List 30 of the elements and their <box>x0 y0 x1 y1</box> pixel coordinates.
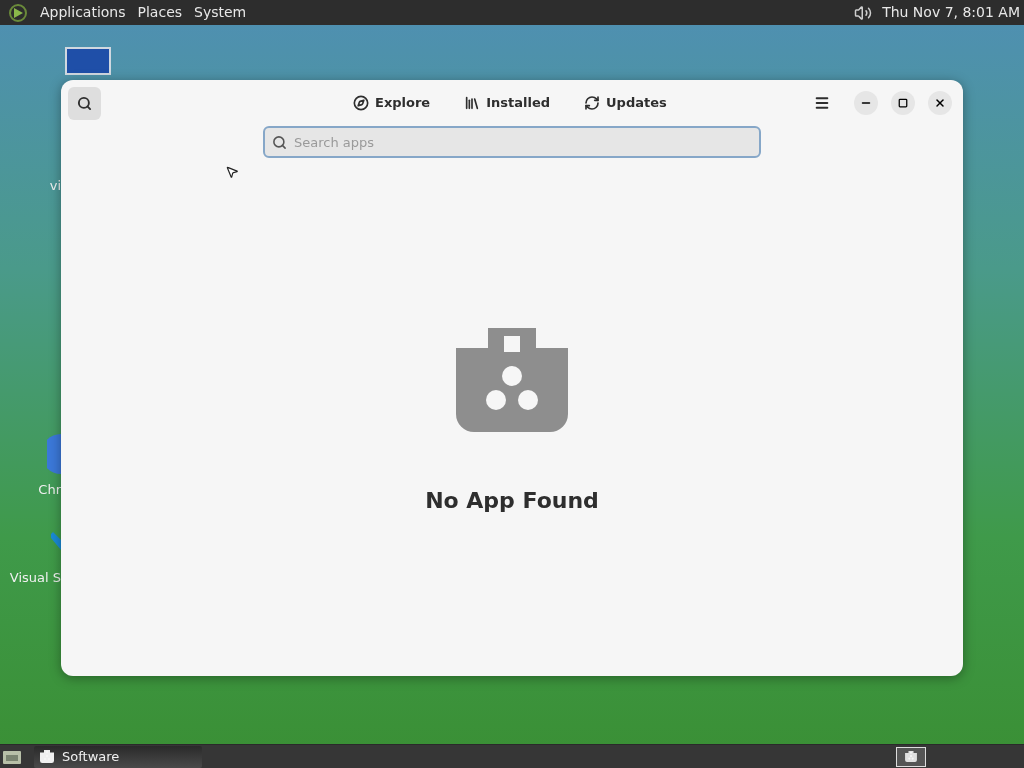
app-menu-logo-icon[interactable] <box>8 2 28 23</box>
maximize-button[interactable] <box>891 91 915 115</box>
view-tab[interactable]: Updates <box>576 87 675 119</box>
bag-icon <box>905 751 917 762</box>
monitor-icon[interactable] <box>64 46 112 78</box>
bag-icon <box>40 750 54 763</box>
empty-state-message: No App Found <box>425 487 599 515</box>
view-tab[interactable]: Installed <box>456 87 559 119</box>
workspace-switcher[interactable] <box>896 746 926 767</box>
minimize-button[interactable] <box>854 91 878 115</box>
explore-icon <box>353 95 369 111</box>
search-field[interactable]: Search apps <box>263 126 761 158</box>
maximize-icon <box>898 98 908 108</box>
taskbar-task[interactable]: Software <box>34 745 202 768</box>
bag-icon <box>456 328 568 432</box>
close-icon <box>934 97 946 109</box>
view-tab[interactable]: Explore <box>345 87 439 119</box>
search-toggle-button[interactable] <box>68 86 101 120</box>
panel-menu[interactable]: Places <box>131 2 189 23</box>
menu-icon[interactable] <box>814 95 830 111</box>
close-button[interactable] <box>928 91 952 115</box>
updates-icon <box>584 95 601 111</box>
installed-icon <box>464 95 481 111</box>
panel-menu[interactable]: Applications <box>34 2 132 23</box>
show-desktop-icon[interactable] <box>2 748 22 765</box>
search-icon <box>272 135 287 150</box>
search-icon <box>77 95 92 111</box>
clock[interactable]: Thu Nov 7, 8:01 AM <box>882 2 1024 23</box>
volume-icon[interactable] <box>854 3 873 22</box>
panel-menu[interactable]: System <box>188 2 253 23</box>
